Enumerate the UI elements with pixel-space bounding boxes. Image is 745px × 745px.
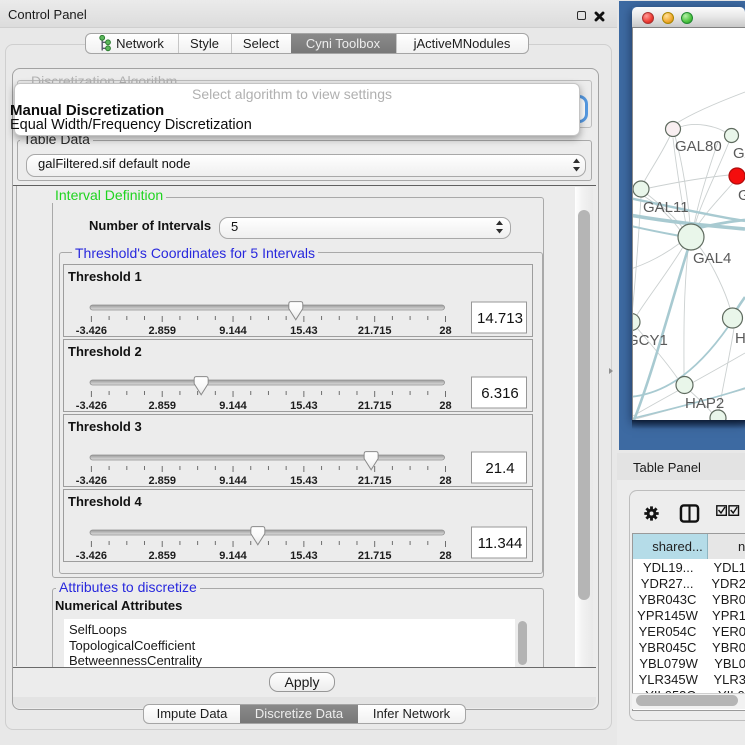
svg-text:2.859: 2.859 bbox=[148, 550, 176, 561]
svg-text:15.43: 15.43 bbox=[290, 400, 318, 411]
svg-text:GAL4: GAL4 bbox=[693, 250, 731, 267]
svg-text:15.43: 15.43 bbox=[290, 325, 318, 336]
svg-text:15.43: 15.43 bbox=[290, 550, 318, 561]
svg-text:14.713: 14.713 bbox=[477, 310, 523, 327]
svg-text:-3.426: -3.426 bbox=[76, 475, 107, 486]
svg-text:21.715: 21.715 bbox=[358, 325, 392, 336]
svg-text:9.144: 9.144 bbox=[219, 550, 247, 561]
svg-text:-3.426: -3.426 bbox=[76, 400, 107, 411]
svg-text:21.4: 21.4 bbox=[485, 460, 514, 477]
svg-text:28: 28 bbox=[439, 400, 451, 411]
svg-text:HAP2: HAP2 bbox=[685, 395, 724, 412]
svg-text:6.316: 6.316 bbox=[481, 385, 519, 402]
svg-text:GAL11: GAL11 bbox=[643, 199, 689, 216]
svg-text:-3.426: -3.426 bbox=[76, 550, 107, 561]
svg-text:H: H bbox=[735, 330, 745, 347]
svg-text:21.715: 21.715 bbox=[358, 550, 392, 561]
svg-text:9.144: 9.144 bbox=[219, 400, 247, 411]
svg-text:GAL80: GAL80 bbox=[675, 138, 722, 155]
svg-text:28: 28 bbox=[439, 325, 451, 336]
svg-text:2.859: 2.859 bbox=[148, 400, 176, 411]
svg-text:2.859: 2.859 bbox=[148, 475, 176, 486]
svg-text:15.43: 15.43 bbox=[290, 475, 318, 486]
svg-text:9.144: 9.144 bbox=[219, 325, 247, 336]
svg-text:-3.426: -3.426 bbox=[76, 325, 107, 336]
svg-text:28: 28 bbox=[439, 475, 451, 486]
svg-text:28: 28 bbox=[439, 550, 451, 561]
svg-text:21.715: 21.715 bbox=[358, 400, 392, 411]
svg-text:2.859: 2.859 bbox=[148, 325, 176, 336]
svg-text:GA: GA bbox=[733, 145, 745, 162]
svg-text:11.344: 11.344 bbox=[478, 535, 523, 552]
svg-text:21.715: 21.715 bbox=[358, 475, 392, 486]
svg-text:9.144: 9.144 bbox=[219, 475, 247, 486]
svg-text:G: G bbox=[738, 187, 745, 204]
svg-text:GCY1: GCY1 bbox=[632, 332, 668, 349]
